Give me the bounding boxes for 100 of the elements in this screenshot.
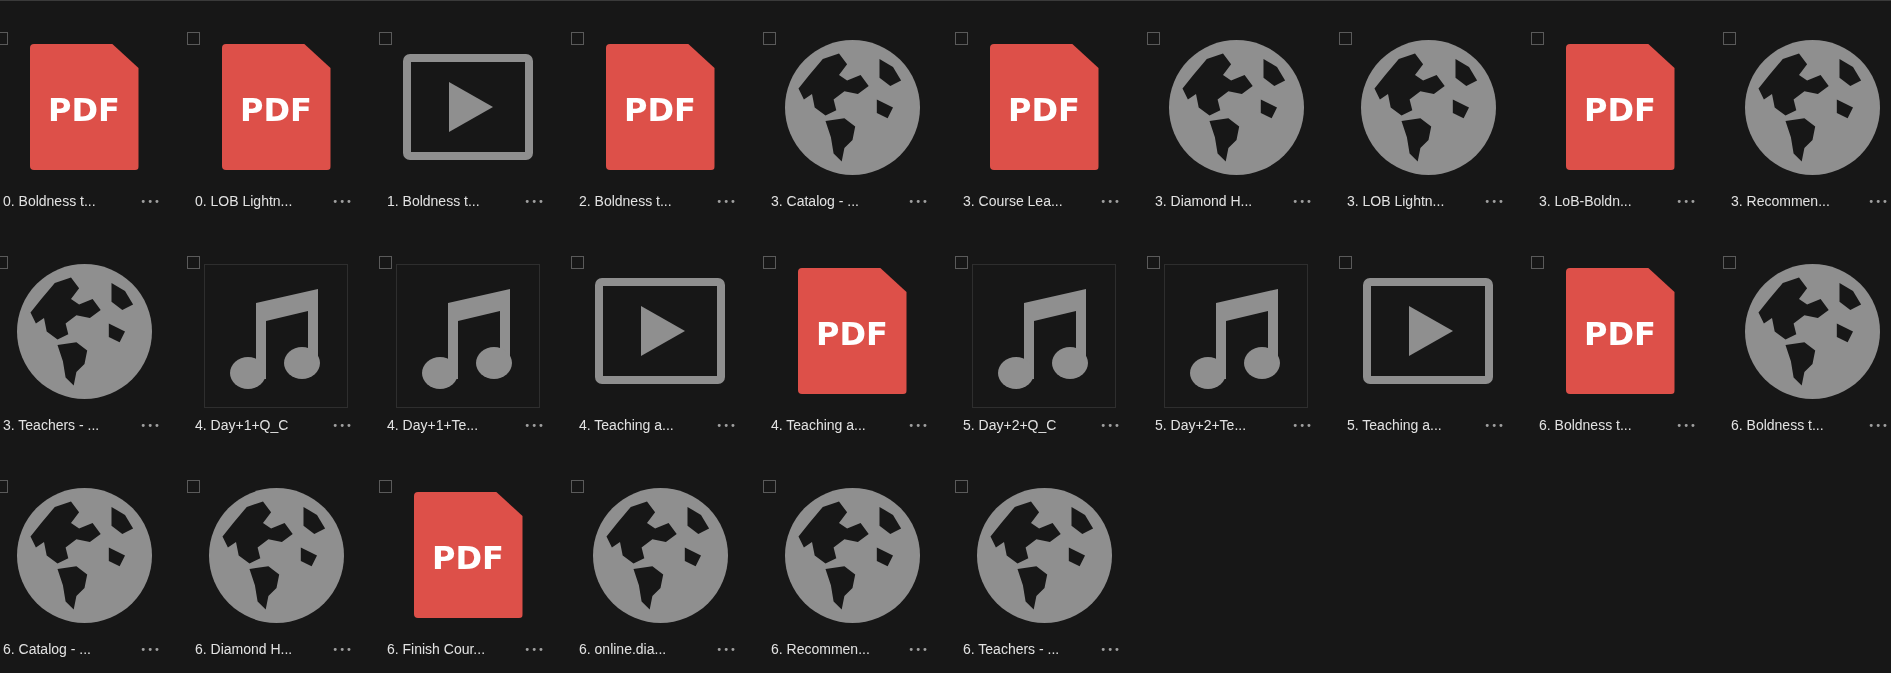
select-checkbox[interactable] xyxy=(763,256,776,269)
more-options-button[interactable]: ••• xyxy=(1480,193,1509,209)
file-name[interactable]: 3. Diamond H... xyxy=(1155,193,1253,209)
file-name[interactable]: 3. Teachers - ... xyxy=(3,417,100,433)
select-checkbox[interactable] xyxy=(1531,256,1544,269)
select-checkbox[interactable] xyxy=(187,256,200,269)
select-checkbox[interactable] xyxy=(379,256,392,269)
file-name[interactable]: 3. Catalog - ... xyxy=(771,193,859,209)
file-name[interactable]: 6. online.dia... xyxy=(579,641,667,657)
globe-icon[interactable] xyxy=(1168,39,1304,175)
select-checkbox[interactable] xyxy=(955,256,968,269)
select-checkbox[interactable] xyxy=(1147,32,1160,45)
file-name[interactable]: 6. Catalog - ... xyxy=(3,641,91,657)
globe-icon[interactable] xyxy=(1360,39,1496,175)
more-options-button[interactable]: ••• xyxy=(1288,193,1317,209)
select-checkbox[interactable] xyxy=(187,32,200,45)
pdf-file-icon[interactable]: PDF xyxy=(1565,44,1675,170)
file-name[interactable]: 6. Boldness t... xyxy=(1731,417,1824,433)
file-name[interactable]: 4. Teaching a... xyxy=(579,417,674,433)
audio-thumbnail[interactable] xyxy=(972,264,1116,408)
more-options-button[interactable]: ••• xyxy=(1864,193,1891,209)
audio-thumbnail[interactable] xyxy=(204,264,348,408)
more-options-button[interactable]: ••• xyxy=(328,193,357,209)
more-options-button[interactable]: ••• xyxy=(904,641,933,657)
file-name[interactable]: 4. Day+1+Te... xyxy=(387,417,479,433)
file-name[interactable]: 2. Boldness t... xyxy=(579,193,672,209)
pdf-file-icon[interactable]: PDF xyxy=(1565,268,1675,394)
file-name[interactable]: 5. Day+2+Te... xyxy=(1155,417,1247,433)
globe-icon[interactable] xyxy=(16,263,152,399)
globe-icon[interactable] xyxy=(16,487,152,623)
video-play-icon[interactable] xyxy=(1363,278,1493,384)
globe-icon[interactable] xyxy=(592,487,728,623)
select-checkbox[interactable] xyxy=(1339,256,1352,269)
file-name[interactable]: 5. Day+2+Q_C xyxy=(963,417,1057,433)
globe-icon[interactable] xyxy=(784,487,920,623)
file-name[interactable]: 0. Boldness t... xyxy=(3,193,96,209)
file-name[interactable]: 6. Recommen... xyxy=(771,641,870,657)
globe-icon[interactable] xyxy=(1744,263,1880,399)
file-name[interactable]: 1. Boldness t... xyxy=(387,193,480,209)
select-checkbox[interactable] xyxy=(763,32,776,45)
more-options-button[interactable]: ••• xyxy=(136,641,165,657)
file-name[interactable]: 4. Teaching a... xyxy=(771,417,866,433)
more-options-button[interactable]: ••• xyxy=(1672,417,1701,433)
globe-icon[interactable] xyxy=(1744,39,1880,175)
pdf-file-icon[interactable]: PDF xyxy=(29,44,139,170)
more-options-button[interactable]: ••• xyxy=(1480,417,1509,433)
more-options-button[interactable]: ••• xyxy=(520,417,549,433)
file-name[interactable]: 3. Course Lea... xyxy=(963,193,1063,209)
more-options-button[interactable]: ••• xyxy=(1096,641,1125,657)
pdf-file-icon[interactable]: PDF xyxy=(797,268,907,394)
more-options-button[interactable]: ••• xyxy=(1864,417,1891,433)
select-checkbox[interactable] xyxy=(955,32,968,45)
audio-thumbnail[interactable] xyxy=(1164,264,1308,408)
more-options-button[interactable]: ••• xyxy=(520,193,549,209)
file-name[interactable]: 3. Recommen... xyxy=(1731,193,1830,209)
select-checkbox[interactable] xyxy=(1723,256,1736,269)
pdf-file-icon[interactable]: PDF xyxy=(221,44,331,170)
file-name[interactable]: 6. Teachers - ... xyxy=(963,641,1060,657)
more-options-button[interactable]: ••• xyxy=(904,417,933,433)
video-play-icon[interactable] xyxy=(403,54,533,160)
more-options-button[interactable]: ••• xyxy=(520,641,549,657)
file-name[interactable]: 0. LOB Lightn... xyxy=(195,193,293,209)
select-checkbox[interactable] xyxy=(187,480,200,493)
file-name[interactable]: 6. Finish Cour... xyxy=(387,641,486,657)
file-name[interactable]: 5. Teaching a... xyxy=(1347,417,1442,433)
pdf-file-icon[interactable]: PDF xyxy=(413,492,523,618)
more-options-button[interactable]: ••• xyxy=(1096,193,1125,209)
more-options-button[interactable]: ••• xyxy=(136,193,165,209)
more-options-button[interactable]: ••• xyxy=(328,641,357,657)
video-play-icon[interactable] xyxy=(595,278,725,384)
more-options-button[interactable]: ••• xyxy=(904,193,933,209)
select-checkbox[interactable] xyxy=(571,480,584,493)
select-checkbox[interactable] xyxy=(1723,32,1736,45)
pdf-file-icon[interactable]: PDF xyxy=(989,44,1099,170)
select-checkbox[interactable] xyxy=(379,480,392,493)
select-checkbox[interactable] xyxy=(1147,256,1160,269)
globe-icon[interactable] xyxy=(784,39,920,175)
more-options-button[interactable]: ••• xyxy=(712,193,741,209)
globe-icon[interactable] xyxy=(208,487,344,623)
audio-thumbnail[interactable] xyxy=(396,264,540,408)
file-name[interactable]: 4. Day+1+Q_C xyxy=(195,417,289,433)
select-checkbox[interactable] xyxy=(763,480,776,493)
select-checkbox[interactable] xyxy=(1531,32,1544,45)
more-options-button[interactable]: ••• xyxy=(1672,193,1701,209)
more-options-button[interactable]: ••• xyxy=(1288,417,1317,433)
file-name[interactable]: 6. Diamond H... xyxy=(195,641,293,657)
select-checkbox[interactable] xyxy=(571,32,584,45)
file-name[interactable]: 3. LoB-Boldn... xyxy=(1539,193,1632,209)
select-checkbox[interactable] xyxy=(379,32,392,45)
more-options-button[interactable]: ••• xyxy=(1096,417,1125,433)
pdf-file-icon[interactable]: PDF xyxy=(605,44,715,170)
globe-icon[interactable] xyxy=(976,487,1112,623)
more-options-button[interactable]: ••• xyxy=(712,641,741,657)
more-options-button[interactable]: ••• xyxy=(136,417,165,433)
file-name[interactable]: 3. LOB Lightn... xyxy=(1347,193,1445,209)
file-name[interactable]: 6. Boldness t... xyxy=(1539,417,1632,433)
more-options-button[interactable]: ••• xyxy=(712,417,741,433)
select-checkbox[interactable] xyxy=(1339,32,1352,45)
select-checkbox[interactable] xyxy=(955,480,968,493)
select-checkbox[interactable] xyxy=(571,256,584,269)
